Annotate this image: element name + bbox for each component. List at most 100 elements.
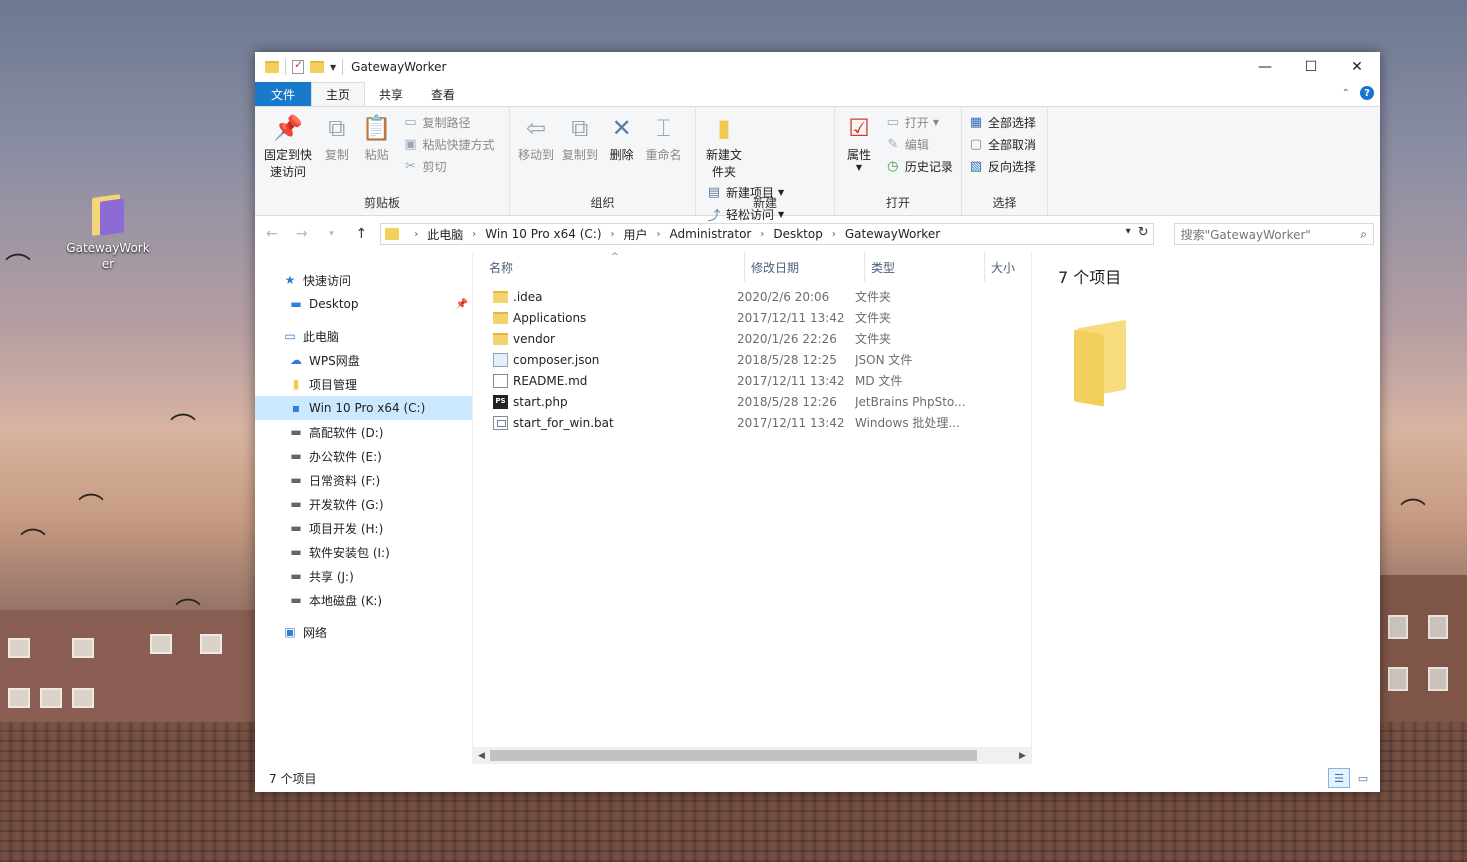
tab-share[interactable]: 共享: [365, 82, 417, 106]
network-icon: ▣: [284, 625, 296, 639]
paste-shortcut-button[interactable]: ▣ 粘贴快捷方式: [402, 133, 494, 155]
delete-button[interactable]: ✕ 删除: [606, 111, 638, 164]
horizontal-scrollbar[interactable]: ◀ ▶: [473, 747, 1031, 764]
refresh-icon[interactable]: ↻: [1138, 225, 1149, 240]
nav-drive-j[interactable]: ▬ 共享 (J:): [255, 564, 472, 588]
nav-drive-g[interactable]: ▬ 开发软件 (G:): [255, 492, 472, 516]
edit-button[interactable]: ✎ 编辑: [885, 133, 953, 155]
column-type[interactable]: 类型: [865, 252, 985, 282]
move-to-button[interactable]: ⇦ 移动到: [518, 111, 554, 164]
breadcrumb-item[interactable]: 用户: [624, 226, 648, 243]
window-controls: — ☐ ✕: [1242, 52, 1380, 82]
new-folder-icon[interactable]: [310, 61, 324, 73]
drive-icon: ▬: [290, 473, 302, 487]
table-row[interactable]: .idea 2020/2/6 20:06 文件夹: [473, 286, 1031, 307]
nav-drive-h[interactable]: ▬ 项目开发 (H:): [255, 516, 472, 540]
folder-icon: [493, 332, 508, 345]
ribbon-group-label: 剪贴板: [363, 196, 400, 210]
scrollbar-thumb[interactable]: [490, 750, 977, 761]
nav-drive-d[interactable]: ▬ 高配软件 (D:): [255, 420, 472, 444]
navigation-pane: ★ 快速访问 ▬ Desktop 📌 ▭ 此电脑 ☁ WPS网盘 ▮ 项目管理: [255, 252, 473, 764]
up-button[interactable]: ↑: [350, 226, 372, 242]
breadcrumb-item[interactable]: Administrator: [670, 227, 752, 241]
nav-this-pc[interactable]: ▭ 此电脑: [255, 324, 472, 348]
nav-quick-access[interactable]: ★ 快速访问: [255, 268, 472, 292]
nav-project-mgmt[interactable]: ▮ 项目管理: [255, 372, 472, 396]
nav-drive-k[interactable]: ▬ 本地磁盘 (K:): [255, 588, 472, 612]
ribbon-group-label: 组织: [590, 196, 615, 210]
help-icon[interactable]: ?: [1360, 86, 1374, 100]
collapse-ribbon-icon[interactable]: ⌃: [1342, 88, 1350, 99]
table-row[interactable]: Applications 2017/12/11 13:42 文件夹: [473, 307, 1031, 328]
open-button[interactable]: ▭ 打开 ▼: [885, 111, 953, 133]
folder-icon: [493, 311, 508, 324]
preview-pane: 7 个项目: [1031, 252, 1380, 764]
nav-drive-e[interactable]: ▬ 办公软件 (E:): [255, 444, 472, 468]
breadcrumb-item[interactable]: Desktop: [773, 227, 823, 241]
scroll-right-icon[interactable]: ▶: [1014, 751, 1031, 761]
breadcrumb-item[interactable]: 此电脑: [427, 226, 463, 243]
desktop-folder-shortcut[interactable]: GatewayWorker: [66, 192, 150, 272]
table-row[interactable]: start_for_win.bat 2017/12/11 13:42 Windo…: [473, 412, 1031, 433]
details-view-icon[interactable]: ☰: [1328, 768, 1350, 788]
nav-drive-f[interactable]: ▬ 日常资料 (F:): [255, 468, 472, 492]
recent-locations-icon[interactable]: ▾: [321, 229, 343, 239]
status-item-count: 7 个项目: [269, 771, 317, 786]
cut-button[interactable]: ✂ 剪切: [402, 155, 494, 177]
tab-view[interactable]: 查看: [417, 82, 469, 106]
column-size[interactable]: 大小: [985, 252, 1031, 282]
nav-wps[interactable]: ☁ WPS网盘: [255, 348, 472, 372]
scroll-left-icon[interactable]: ◀: [473, 751, 490, 761]
history-button[interactable]: ◷ 历史记录: [885, 155, 953, 177]
nav-drive-i[interactable]: ▬ 软件安装包 (I:): [255, 540, 472, 564]
nav-desktop[interactable]: ▬ Desktop 📌: [255, 292, 472, 316]
select-all-button[interactable]: ▦ 全部选择: [968, 111, 1036, 133]
table-row[interactable]: README.md 2017/12/11 13:42 MD 文件: [473, 370, 1031, 391]
content-area: ★ 快速访问 ▬ Desktop 📌 ▭ 此电脑 ☁ WPS网盘 ▮ 项目管理: [255, 252, 1380, 764]
forward-button[interactable]: →: [291, 226, 313, 242]
copy-button[interactable]: ⧉ 复制: [321, 111, 353, 164]
pin-quick-access-button[interactable]: 📌 固定到快速访问: [263, 111, 313, 181]
table-row[interactable]: vendor 2020/1/26 22:26 文件夹: [473, 328, 1031, 349]
tab-file[interactable]: 文件: [255, 82, 312, 106]
copy-to-button[interactable]: ⧉ 复制到: [562, 111, 598, 164]
invert-selection-button[interactable]: ▧ 反向选择: [968, 155, 1036, 177]
address-bar-row: ← → ▾ ↑ › 此电脑 › Win 10 Pro x64 (C:) › 用户…: [255, 216, 1380, 252]
rename-icon: ⌶: [656, 113, 671, 142]
address-bar[interactable]: › 此电脑 › Win 10 Pro x64 (C:) › 用户 › Admin…: [380, 223, 1154, 245]
open-icon: ▭: [886, 114, 899, 130]
table-row[interactable]: composer.json 2018/5/28 12:25 JSON 文件: [473, 349, 1031, 370]
tab-home[interactable]: 主页: [311, 82, 366, 106]
new-folder-button[interactable]: ▮ 新建文件夹: [704, 111, 744, 181]
maximize-button[interactable]: ☐: [1288, 52, 1334, 82]
table-row[interactable]: PS start.php 2018/5/28 12:26 JetBrains Ph…: [473, 391, 1031, 412]
large-icons-view-icon[interactable]: ▭: [1352, 768, 1374, 788]
paste-button[interactable]: 📋 粘贴: [361, 111, 393, 164]
pin-icon: 📌: [273, 113, 303, 142]
rename-button[interactable]: ⌶ 重命名: [646, 111, 682, 164]
minimize-button[interactable]: —: [1242, 52, 1288, 82]
close-button[interactable]: ✕: [1334, 52, 1380, 82]
column-modified[interactable]: 修改日期: [745, 252, 865, 282]
properties-icon[interactable]: [292, 58, 304, 74]
bird-icon: ⌒: [78, 493, 105, 523]
search-input[interactable]: 搜索"GatewayWorker" ⌕: [1173, 223, 1374, 245]
column-name[interactable]: 名称: [473, 252, 745, 282]
properties-button[interactable]: ☑ 属性 ▼: [843, 111, 875, 172]
back-button[interactable]: ←: [261, 226, 283, 242]
nav-network[interactable]: ▣ 网络: [255, 620, 472, 644]
copy-path-button[interactable]: ▭ 复制路径: [402, 111, 494, 133]
properties-icon: ☑: [848, 113, 870, 142]
breadcrumb: › 此电脑 › Win 10 Pro x64 (C:) › 用户 › Admin…: [414, 226, 941, 243]
file-list-pane: ^ 名称 修改日期 类型 大小 .idea 2020/2/6 20:06 文件夹…: [473, 252, 1031, 764]
drive-icon: ▬: [290, 425, 302, 439]
breadcrumb-item[interactable]: GatewayWorker: [845, 227, 940, 241]
new-folder-icon: ▮: [717, 113, 731, 142]
breadcrumb-item[interactable]: Win 10 Pro x64 (C:): [485, 227, 601, 241]
address-dropdown-icon[interactable]: ▾: [1126, 226, 1131, 237]
select-none-button[interactable]: ▢ 全部取消: [968, 133, 1036, 155]
customize-dropdown-icon[interactable]: ▼: [330, 63, 336, 72]
quick-access-toolbar: ▼: [255, 58, 344, 75]
select-none-icon: ▢: [969, 136, 983, 152]
nav-drive-c[interactable]: ▪ Win 10 Pro x64 (C:): [255, 396, 472, 420]
